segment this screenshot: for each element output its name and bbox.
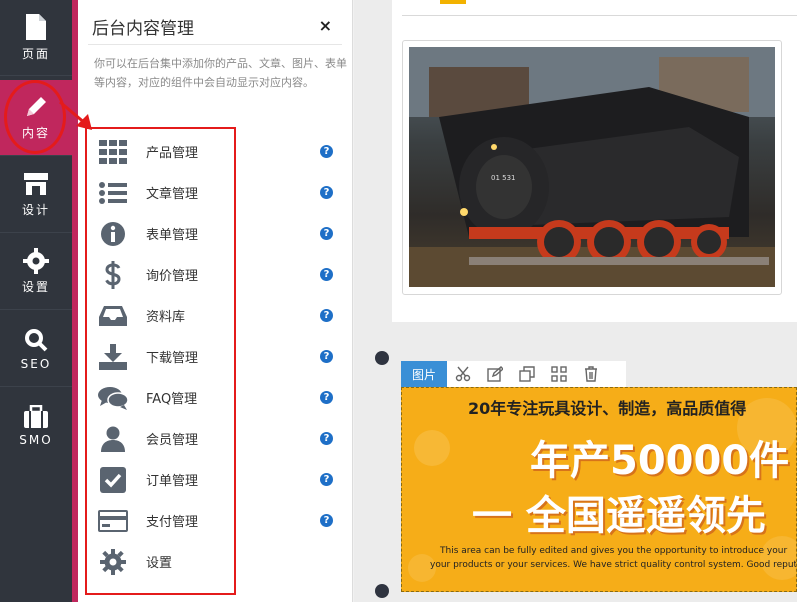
- help-icon[interactable]: ?: [320, 514, 333, 527]
- nav-item-page[interactable]: 页面: [0, 0, 72, 76]
- close-icon[interactable]: ×: [319, 16, 332, 35]
- search-icon: [25, 328, 48, 351]
- resize-handle[interactable]: [375, 351, 389, 365]
- banner-big-text-2: 一 全国遥遥领先: [472, 493, 766, 539]
- inbox-icon: [98, 301, 128, 331]
- banner-headline: 20年专注玩具设计、制造，高品质值得: [468, 399, 747, 418]
- nav-item-smo[interactable]: SMO: [0, 388, 72, 464]
- divider: [88, 44, 342, 45]
- help-icon[interactable]: ?: [320, 145, 333, 158]
- help-icon[interactable]: ?: [320, 391, 333, 404]
- menu-label: 支付管理: [146, 515, 199, 530]
- panel-title: 后台内容管理: [92, 19, 194, 39]
- banner-small-text-2: your products or your services. We have …: [430, 560, 797, 570]
- resize-handle[interactable]: [375, 584, 389, 598]
- image-frame[interactable]: 01 531: [402, 40, 782, 295]
- help-icon[interactable]: ?: [320, 186, 333, 199]
- menu-label: 订单管理: [146, 474, 199, 489]
- menu-item-settings[interactable]: 设置: [98, 541, 338, 582]
- help-icon[interactable]: ?: [320, 432, 333, 445]
- divider: [402, 15, 797, 16]
- menu-label: 询价管理: [146, 269, 199, 284]
- briefcase-icon: [24, 405, 48, 428]
- copy-icon[interactable]: [511, 361, 543, 387]
- help-icon[interactable]: ?: [320, 309, 333, 322]
- menu-label: 资料库: [146, 310, 186, 325]
- train-photo: 01 531: [409, 47, 775, 287]
- page-icon: [26, 14, 46, 40]
- nav-label: 设计: [21, 203, 50, 217]
- checkbox-icon: [98, 465, 128, 495]
- menu-label: 会员管理: [146, 433, 199, 448]
- nav-label: 页面: [21, 47, 50, 61]
- help-icon[interactable]: ?: [320, 227, 333, 240]
- image-toolbar: 图片: [401, 361, 626, 387]
- menu-item-orders[interactable]: 订单管理 ?: [98, 459, 338, 500]
- list-icon: [98, 178, 128, 208]
- help-icon[interactable]: ?: [320, 268, 333, 281]
- menu-label: 设置: [146, 556, 173, 571]
- help-icon[interactable]: ?: [320, 473, 333, 486]
- nav-label: 设置: [21, 280, 50, 294]
- menu-item-articles[interactable]: 文章管理 ?: [98, 172, 338, 213]
- menu-label: 表单管理: [146, 228, 199, 243]
- annotation-arrow: [59, 100, 92, 130]
- panel-description: 你可以在后台集中添加你的产品、文章、图片、表单等内容，对应的组件中会自动显示对应…: [94, 57, 347, 89]
- menu-item-inquiry[interactable]: 询价管理 ?: [98, 254, 338, 295]
- menu-label: 下载管理: [146, 351, 199, 366]
- image-tag[interactable]: 图片: [401, 361, 447, 387]
- download-icon: [98, 342, 128, 372]
- annotation-circle: [4, 80, 66, 154]
- svg-text:01 531: 01 531: [491, 174, 516, 182]
- grid-icon: [98, 137, 128, 167]
- nav-item-seo[interactable]: SEO: [0, 311, 72, 387]
- nav-label: SEO: [20, 356, 52, 371]
- gear-icon: [98, 547, 128, 577]
- menu-label: FAQ管理: [146, 392, 198, 407]
- nav-item-design[interactable]: 设计: [0, 157, 72, 233]
- grid-small-icon[interactable]: [543, 361, 575, 387]
- content-panel: 后台内容管理 × 你可以在后台集中添加你的产品、文章、图片、表单等内容，对应的组…: [78, 0, 353, 602]
- decoration: [440, 0, 466, 4]
- banner-image[interactable]: 20年专注玩具设计、制造，高品质值得 年产50000件 一 全国遥遥领先 Thi…: [401, 387, 797, 592]
- menu-label: 文章管理: [146, 187, 199, 202]
- nav-item-settings[interactable]: 设置: [0, 234, 72, 310]
- trash-icon[interactable]: [575, 361, 607, 387]
- gear-icon: [23, 248, 49, 274]
- edit-icon[interactable]: [479, 361, 511, 387]
- editor-canvas: 01 531 图片 20年专注玩具设计、制造，高品质值得 年产50000件 一 …: [354, 0, 797, 602]
- menu-item-downloads[interactable]: 下载管理 ?: [98, 336, 338, 377]
- user-icon: [98, 424, 128, 454]
- info-icon: [98, 219, 128, 249]
- banner-small-text-1: This area can be fully edited and gives …: [440, 546, 788, 556]
- scissors-icon[interactable]: [447, 361, 479, 387]
- dollar-icon: [98, 260, 128, 290]
- nav-label: SMO: [19, 433, 53, 447]
- credit-card-icon: [98, 506, 128, 536]
- menu-item-faq[interactable]: FAQ管理 ?: [98, 377, 338, 418]
- menu-item-payments[interactable]: 支付管理 ?: [98, 500, 338, 541]
- menu-item-members[interactable]: 会员管理 ?: [98, 418, 338, 459]
- image-card: 01 531: [392, 0, 797, 322]
- menu-label: 产品管理: [146, 146, 199, 161]
- help-icon[interactable]: ?: [320, 350, 333, 363]
- store-icon: [24, 173, 48, 195]
- chat-icon: [98, 383, 128, 413]
- banner-big-text-1: 年产50000件: [530, 438, 790, 484]
- menu-item-products[interactable]: 产品管理 ?: [98, 131, 338, 172]
- menu-item-library[interactable]: 资料库 ?: [98, 295, 338, 336]
- menu-item-forms[interactable]: 表单管理 ?: [98, 213, 338, 254]
